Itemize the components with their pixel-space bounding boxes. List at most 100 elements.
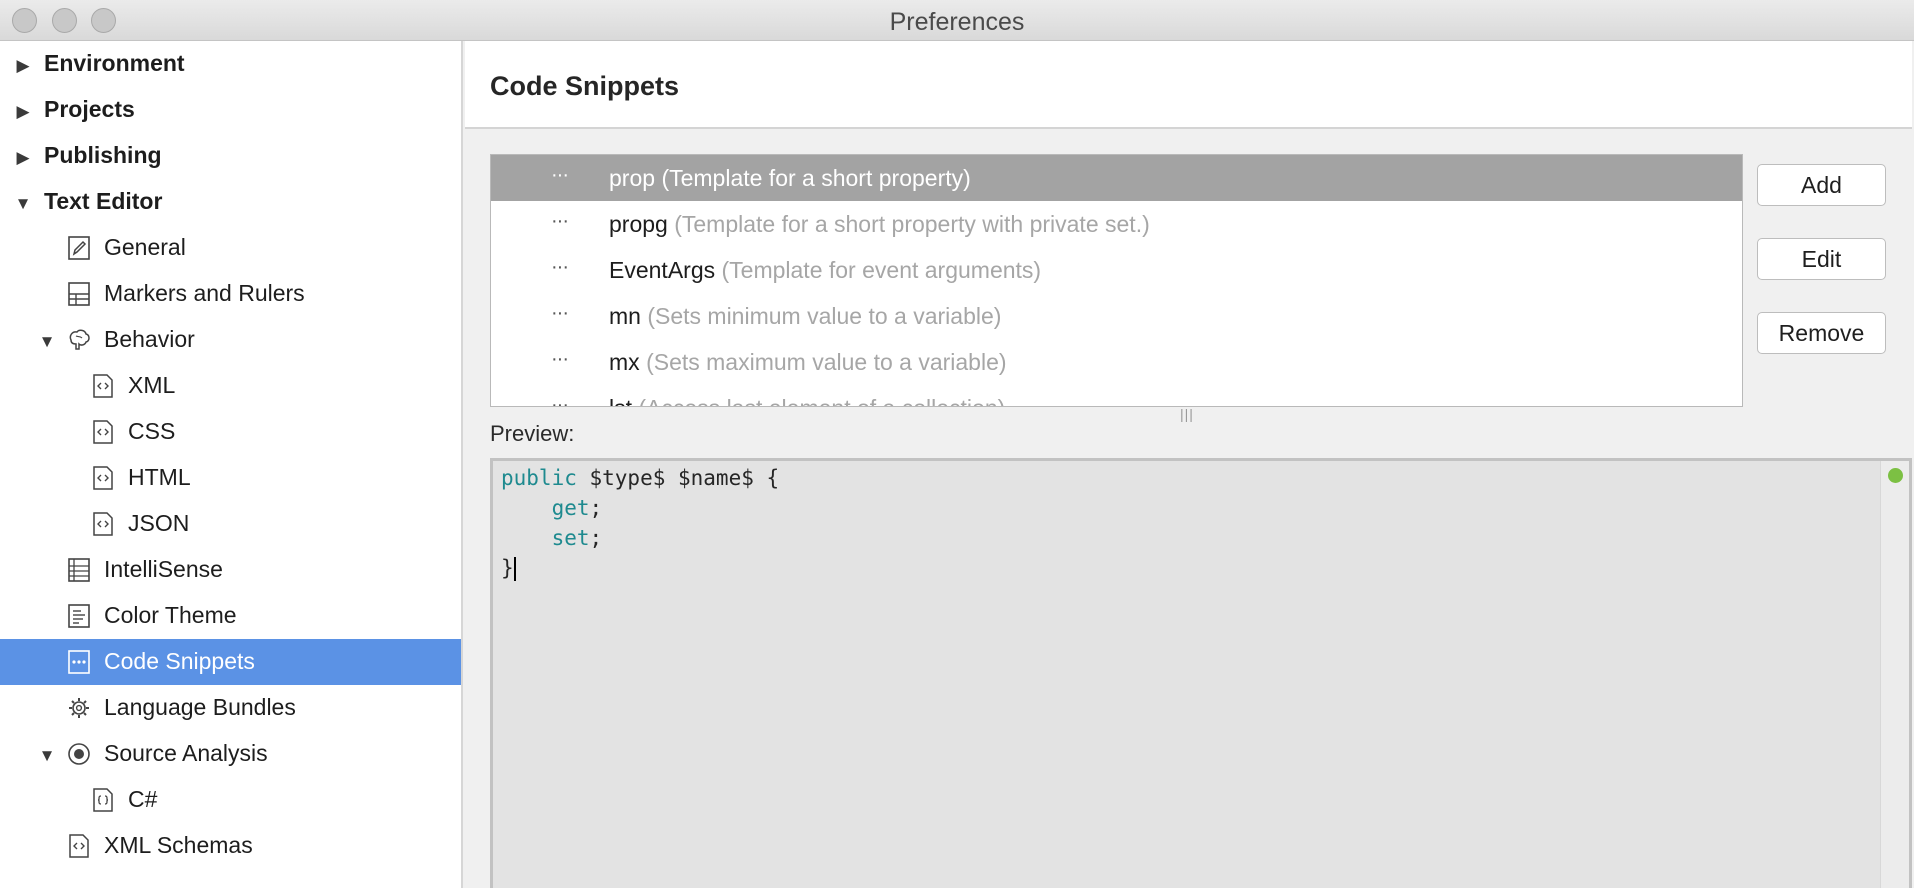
code-keyword: get [551,496,590,520]
code-snippets-panel: Code Snippets ··· prop (Template for a s… [465,41,1914,888]
pencil-icon [67,235,91,261]
snippet-icon: ··· [551,302,569,324]
snippet-name: mn [609,303,641,329]
document-icon [67,603,91,629]
snippet-icon: ··· [551,394,569,407]
sidebar-item-label: C# [128,786,158,812]
sidebar-item-text-editor[interactable]: ▼ Text Editor [0,179,461,225]
sidebar-item-behavior[interactable]: ▼ Behavior [0,317,461,363]
sidebar-item-label: XML Schemas [104,832,253,858]
sidebar-item-source-analysis[interactable]: ▼ Source Analysis [0,731,461,777]
code-file-icon [67,833,91,859]
snippet-description: (Template for a short property) [661,165,971,191]
code-file-icon [91,373,115,399]
sidebar-item-general[interactable]: General [0,225,461,271]
sidebar-item-json[interactable]: JSON [0,501,461,547]
snippet-icon: ··· [551,164,569,186]
sidebar-item-markers-and-rulers[interactable]: Markers and Rulers [0,271,461,317]
snippet-name: lst [609,395,632,406]
sidebar-item-publishing[interactable]: ▶ Publishing [0,133,461,179]
sidebar-item-label: Behavior [104,326,195,352]
sidebar-item-label: JSON [128,510,190,536]
sidebar-item-label: IntelliSense [104,556,223,582]
list-icon [67,557,91,583]
sidebar-item-csharp[interactable]: C# [0,777,461,823]
add-button[interactable]: Add [1757,164,1886,206]
code-text: $type$ $name$ { [576,466,780,490]
code-file-icon [91,419,115,445]
sidebar-item-label: HTML [128,464,191,490]
preferences-sidebar: ▶ Environment ▶ Projects ▶ Publishing ▼ … [0,41,463,888]
code-file-icon [91,511,115,537]
sidebar-item-label: Markers and Rulers [104,280,305,306]
text-caret [513,557,516,581]
snippet-icon: ··· [551,256,569,278]
sidebar-item-color-theme[interactable]: Color Theme [0,593,461,639]
snippet-name: EventArgs [609,257,716,283]
snippet-description: (Access last element of a collection) [638,395,1005,406]
disclosure-down-icon[interactable]: ▼ [14,194,32,214]
code-text: } [501,556,514,580]
status-ok-icon [1888,468,1903,483]
snippet-icon: ··· [551,348,569,370]
snippet-name: prop [609,165,656,191]
code-file-icon [91,465,115,491]
snippet-description: (Sets minimum value to a variable) [647,303,1002,329]
sidebar-item-label: CSS [128,418,176,444]
code-keyword: set [551,526,590,550]
sidebar-item-code-snippets[interactable]: Code Snippets [0,639,461,685]
sidebar-item-label: Code Snippets [104,648,255,674]
sidebar-item-language-bundles[interactable]: Language Bundles [0,685,461,731]
code-text: ; [589,526,603,550]
window-title: Preferences [889,8,1025,36]
disclosure-right-icon[interactable]: ▶ [14,148,32,168]
snippet-row[interactable]: ··· EventArgs (Template for event argume… [491,247,1742,293]
snippet-row[interactable]: ··· lst (Access last element of a collec… [491,385,1742,407]
sidebar-item-label: Source Analysis [104,740,268,766]
braces-file-icon [91,787,115,813]
brain-icon [67,327,91,353]
snippet-description: (Template for a short property with priv… [674,211,1150,237]
panel-header: Code Snippets [465,41,1912,129]
sidebar-item-xml[interactable]: XML [0,363,461,409]
disclosure-right-icon[interactable]: ▶ [14,102,32,122]
snippet-description: (Sets maximum value to a variable) [646,349,1007,375]
sidebar-item-label: Environment [44,50,185,76]
sidebar-item-projects[interactable]: ▶ Projects [0,87,461,133]
preview-editor[interactable]: public $type$ $name$ { get; set; } [490,458,1912,888]
preferences-window: Preferences ▶ Environment ▶ Projects ▶ P… [0,0,1914,888]
code-text: ; [589,496,603,520]
snippet-list[interactable]: ··· prop (Template for a short property)… [490,154,1743,407]
sidebar-item-css[interactable]: CSS [0,409,461,455]
snippet-row[interactable]: ··· prop (Template for a short property) [491,155,1742,201]
preview-code: public $type$ $name$ { get; set; } [501,463,779,583]
sidebar-item-environment[interactable]: ▶ Environment [0,41,461,87]
sidebar-item-label: Language Bundles [104,694,296,720]
preview-label: Preview: [490,421,575,446]
snippet-row[interactable]: ··· propg (Template for a short property… [491,201,1742,247]
editor-gutter [1880,461,1909,888]
snippet-row[interactable]: ··· mn (Sets minimum value to a variable… [491,293,1742,339]
sidebar-item-label: General [104,234,186,260]
sidebar-item-intellisense[interactable]: IntelliSense [0,547,461,593]
page-title: Code Snippets [490,71,680,101]
splitter-handle[interactable]: ||| [1180,406,1194,422]
snippet-row[interactable]: ··· mx (Sets maximum value to a variable… [491,339,1742,385]
remove-button[interactable]: Remove [1757,312,1886,354]
snippet-name: propg [609,211,668,237]
grid-icon [67,281,91,307]
snippet-description: (Template for event arguments) [721,257,1042,283]
sidebar-item-xml-schemas[interactable]: XML Schemas [0,823,461,869]
title-bar: Preferences [0,0,1914,41]
disclosure-down-icon[interactable]: ▼ [38,746,56,766]
code-keyword: public [501,466,577,490]
sidebar-item-html[interactable]: HTML [0,455,461,501]
edit-button[interactable]: Edit [1757,238,1886,280]
gear-icon [67,695,91,721]
sidebar-item-label: Projects [44,96,135,122]
sidebar-item-label: Color Theme [104,602,237,628]
sidebar-item-label: XML [128,372,176,398]
disclosure-right-icon[interactable]: ▶ [14,56,32,76]
disclosure-down-icon[interactable]: ▼ [38,332,56,352]
sidebar-item-label: Text Editor [44,188,163,214]
